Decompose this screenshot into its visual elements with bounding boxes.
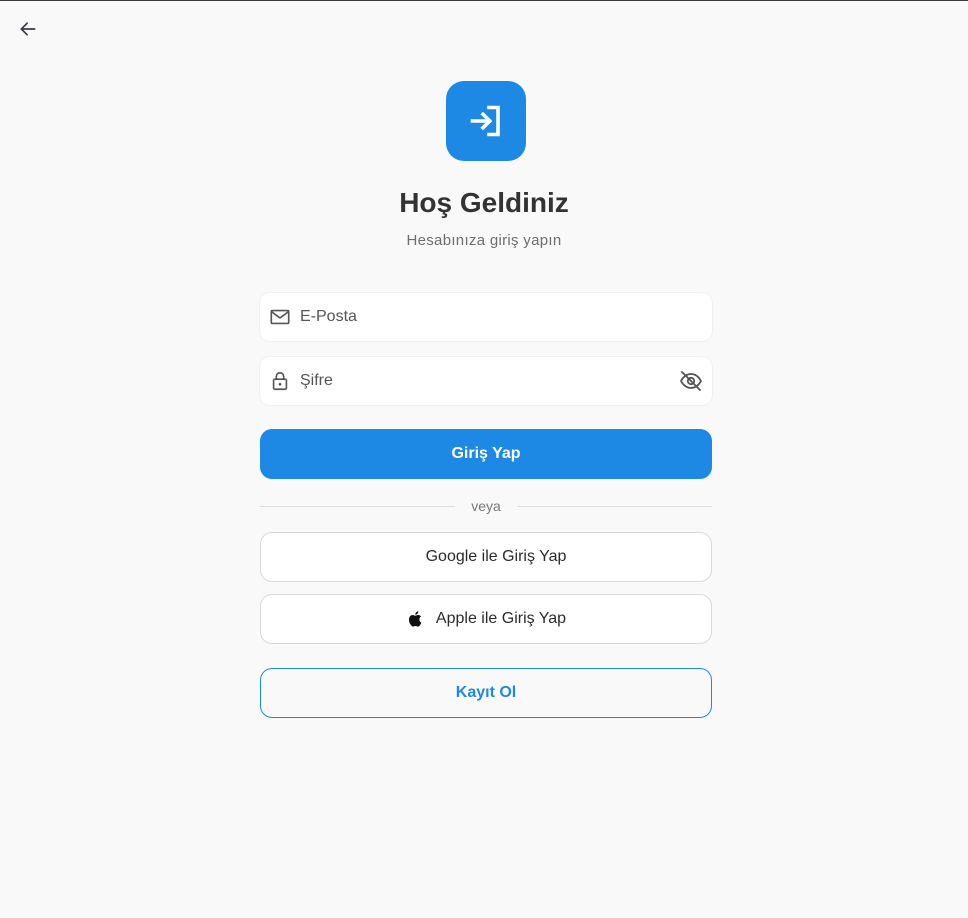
register-button[interactable]: Kayıt Ol bbox=[260, 668, 712, 718]
login-button[interactable]: Giriş Yap bbox=[260, 429, 712, 479]
or-divider: veya bbox=[260, 495, 713, 517]
password-field[interactable] bbox=[260, 357, 712, 405]
lock-icon bbox=[269, 370, 291, 392]
arrow-left-icon bbox=[18, 19, 38, 39]
page-title: Hoş Geldiniz bbox=[399, 187, 569, 218]
divider-text: veya bbox=[471, 498, 501, 514]
apple-logo-icon bbox=[406, 609, 426, 629]
password-input[interactable] bbox=[300, 357, 679, 405]
app-logo bbox=[446, 81, 526, 161]
email-field[interactable] bbox=[260, 293, 712, 341]
page-subtitle: Hesabınıza giriş yapın bbox=[406, 232, 562, 249]
google-login-button[interactable]: Google ile Giriş Yap bbox=[260, 532, 712, 582]
google-login-label: Google ile Giriş Yap bbox=[425, 548, 567, 565]
eye-off-icon[interactable] bbox=[679, 369, 703, 393]
email-input[interactable] bbox=[300, 293, 712, 341]
mail-icon bbox=[269, 306, 291, 328]
login-icon bbox=[468, 103, 504, 139]
divider-line-right bbox=[516, 505, 713, 507]
apple-login-label: Apple ile Giriş Yap bbox=[435, 610, 567, 627]
back-button[interactable] bbox=[14, 15, 42, 43]
apple-login-button[interactable]: Apple ile Giriş Yap bbox=[260, 594, 712, 644]
divider-line-left bbox=[260, 505, 456, 507]
